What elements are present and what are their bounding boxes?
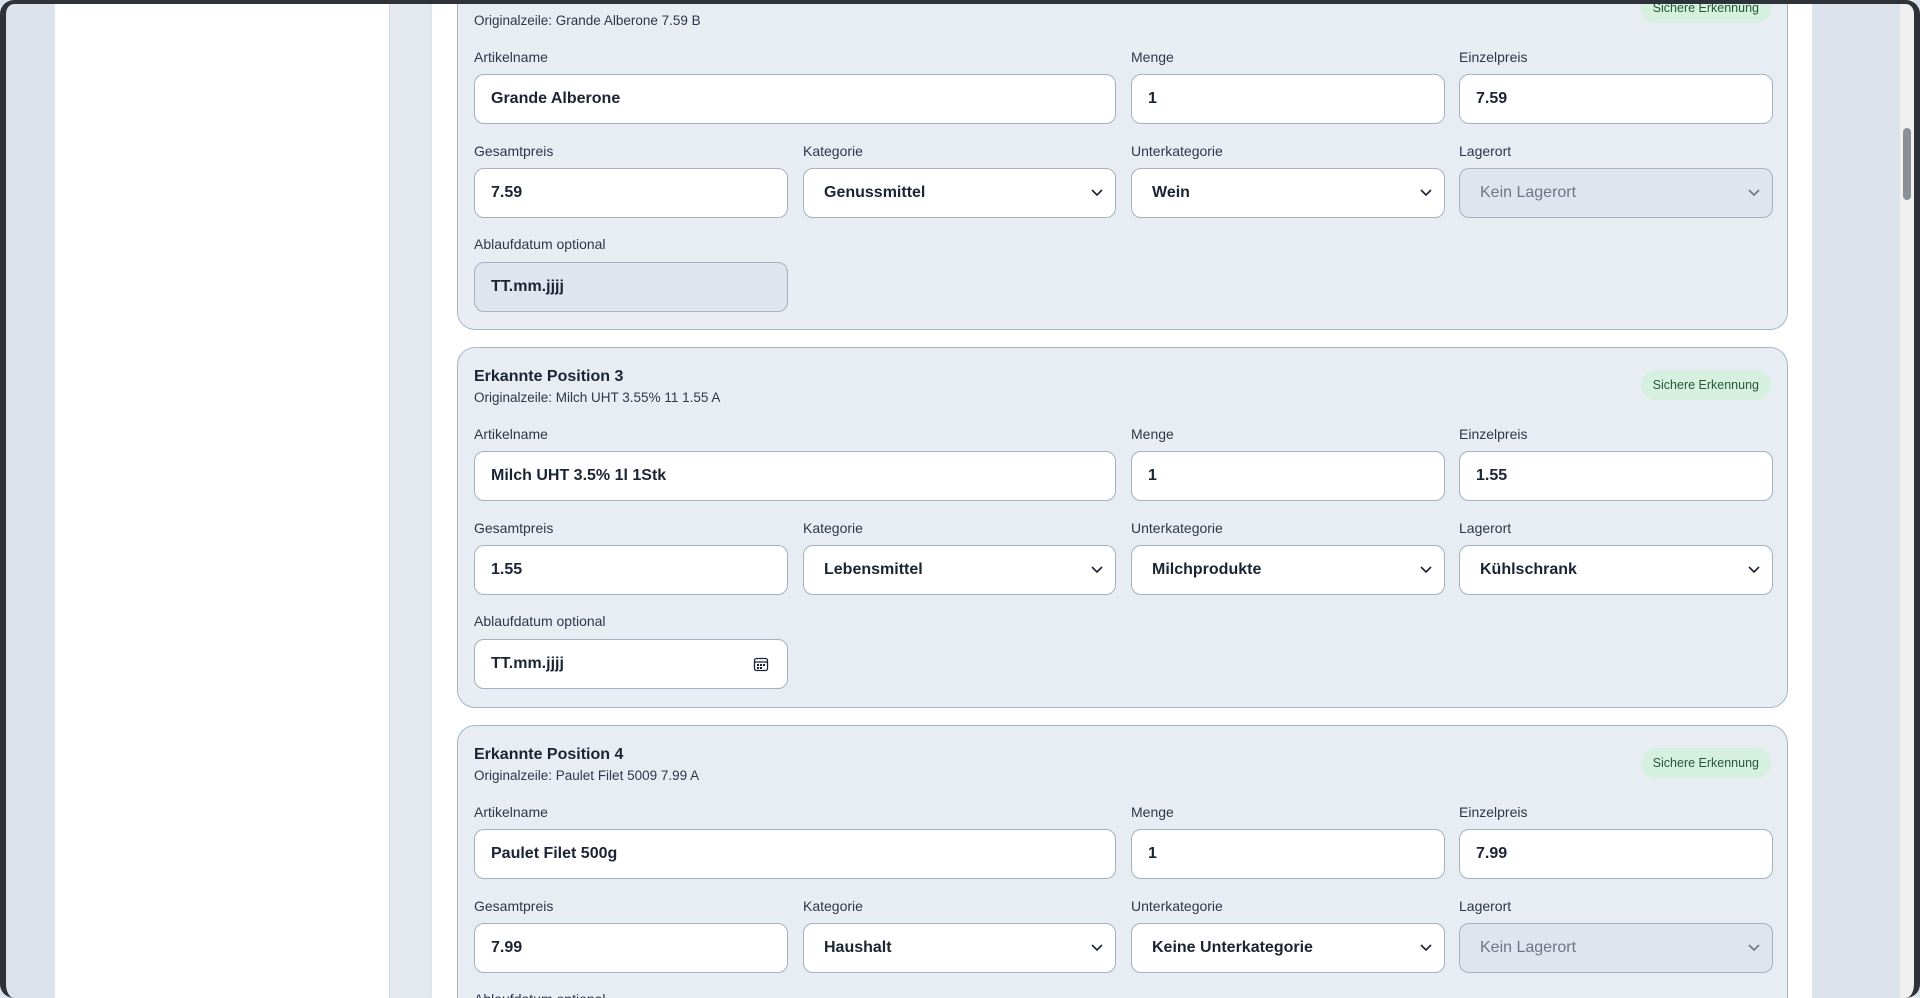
unterkategorie-select[interactable]: Keine Unterkategorie xyxy=(1131,923,1445,973)
label-kategorie: Kategorie xyxy=(803,898,863,914)
chevron-down-icon xyxy=(1748,566,1760,574)
lagerort-select[interactable]: Kühlschrank xyxy=(1459,545,1773,595)
label-lagerort: Lagerort xyxy=(1459,898,1512,914)
artikelname-input[interactable]: Milch UHT 3.5% 1l 1Stk xyxy=(474,451,1116,501)
original-line: Originalzeile: Grande Alberone 7.59 B xyxy=(474,13,701,28)
unterkategorie-value: Milchprodukte xyxy=(1152,561,1262,578)
einzelpreis-input[interactable]: 1.55 xyxy=(1459,451,1773,501)
lagerort-value: Kühlschrank xyxy=(1480,561,1577,578)
chevron-down-icon xyxy=(1420,944,1432,952)
kategorie-select[interactable]: Haushalt xyxy=(803,923,1116,973)
unterkategorie-select[interactable]: Wein xyxy=(1131,168,1445,218)
label-ablaufdatum: Ablaufdatum optional xyxy=(474,236,606,252)
label-artikelname: Artikelname xyxy=(474,426,548,442)
chevron-down-icon xyxy=(1748,189,1760,197)
ablaufdatum-value: TT.mm.jjjj xyxy=(491,655,564,672)
right-gutter xyxy=(1813,0,1908,998)
label-gesamtpreis: Gesamtpreis xyxy=(474,898,554,914)
left-sidebar-panel xyxy=(55,0,390,998)
label-lagerort: Lagerort xyxy=(1459,520,1512,536)
label-kategorie: Kategorie xyxy=(803,520,863,536)
label-kategorie: Kategorie xyxy=(803,143,863,159)
card-title: Erkannte Position 4 xyxy=(474,746,624,763)
ablaufdatum-input[interactable]: TT.mm.jjjj xyxy=(474,262,788,312)
gesamtpreis-input[interactable]: 1.55 xyxy=(474,545,788,595)
vertical-scrollbar[interactable] xyxy=(1900,0,1914,998)
label-unterkategorie: Unterkategorie xyxy=(1131,898,1223,914)
label-unterkategorie: Unterkategorie xyxy=(1131,143,1223,159)
confidence-badge: Sichere Erkennung xyxy=(1640,370,1771,400)
label-lagerort: Lagerort xyxy=(1459,143,1512,159)
artikelname-input[interactable]: Paulet Filet 500g xyxy=(474,829,1116,879)
kategorie-select[interactable]: Lebensmittel xyxy=(803,545,1116,595)
label-unterkategorie: Unterkategorie xyxy=(1131,520,1223,536)
gesamtpreis-input[interactable]: 7.59 xyxy=(474,168,788,218)
lagerort-value: Kein Lagerort xyxy=(1480,184,1577,201)
label-menge: Menge xyxy=(1131,804,1174,820)
label-menge: Menge xyxy=(1131,426,1174,442)
position-card-4: Erkannte Position 4 Originalzeile: Paule… xyxy=(457,725,1788,998)
original-line: Originalzeile: Paulet Filet 5009 7.99 A xyxy=(474,768,700,783)
label-einzelpreis: Einzelpreis xyxy=(1459,426,1528,442)
kategorie-value: Lebensmittel xyxy=(824,561,923,578)
position-card-3: Erkannte Position 3 Originalzeile: Milch… xyxy=(457,347,1788,708)
position-card-2: Originalzeile: Grande Alberone 7.59 B Si… xyxy=(457,0,1788,330)
label-gesamtpreis: Gesamtpreis xyxy=(474,143,554,159)
menge-input[interactable]: 1 xyxy=(1131,829,1445,879)
confidence-badge: Sichere Erkennung xyxy=(1640,748,1771,778)
chevron-down-icon xyxy=(1748,944,1760,952)
chevron-down-icon xyxy=(1420,189,1432,197)
unterkategorie-value: Wein xyxy=(1152,184,1190,201)
card-title: Erkannte Position 3 xyxy=(474,368,624,385)
original-line: Originalzeile: Milch UHT 3.55% 11 1.55 A xyxy=(474,390,721,405)
unterkategorie-select[interactable]: Milchprodukte xyxy=(1131,545,1445,595)
label-einzelpreis: Einzelpreis xyxy=(1459,49,1528,65)
label-artikelname: Artikelname xyxy=(474,804,548,820)
calendar-icon[interactable] xyxy=(753,656,769,672)
chevron-down-icon xyxy=(1420,566,1432,574)
chevron-down-icon xyxy=(1091,189,1103,197)
label-einzelpreis: Einzelpreis xyxy=(1459,804,1528,820)
confidence-badge: Sichere Erkennung xyxy=(1640,0,1771,23)
label-artikelname: Artikelname xyxy=(474,49,548,65)
label-ablaufdatum: Ablaufdatum optional xyxy=(474,613,606,629)
scrollbar-thumb[interactable] xyxy=(1903,128,1911,200)
gesamtpreis-input[interactable]: 7.99 xyxy=(474,923,788,973)
ablaufdatum-input[interactable]: TT.mm.jjjj xyxy=(474,639,788,689)
lagerort-select[interactable]: Kein Lagerort xyxy=(1459,168,1773,218)
chevron-down-icon xyxy=(1091,566,1103,574)
menge-input[interactable]: 1 xyxy=(1131,74,1445,124)
einzelpreis-input[interactable]: 7.99 xyxy=(1459,829,1773,879)
unterkategorie-value: Keine Unterkategorie xyxy=(1152,939,1313,956)
artikelname-input[interactable]: Grande Alberone xyxy=(474,74,1116,124)
label-gesamtpreis: Gesamtpreis xyxy=(474,520,554,536)
kategorie-value: Genussmittel xyxy=(824,184,926,201)
label-ablaufdatum: Ablaufdatum optional xyxy=(474,991,606,998)
chevron-down-icon xyxy=(1091,944,1103,952)
lagerort-select[interactable]: Kein Lagerort xyxy=(1459,923,1773,973)
label-menge: Menge xyxy=(1131,49,1174,65)
lagerort-value: Kein Lagerort xyxy=(1480,939,1577,956)
kategorie-value: Haushalt xyxy=(824,939,892,956)
einzelpreis-input[interactable]: 7.59 xyxy=(1459,74,1773,124)
kategorie-select[interactable]: Genussmittel xyxy=(803,168,1116,218)
menge-input[interactable]: 1 xyxy=(1131,451,1445,501)
